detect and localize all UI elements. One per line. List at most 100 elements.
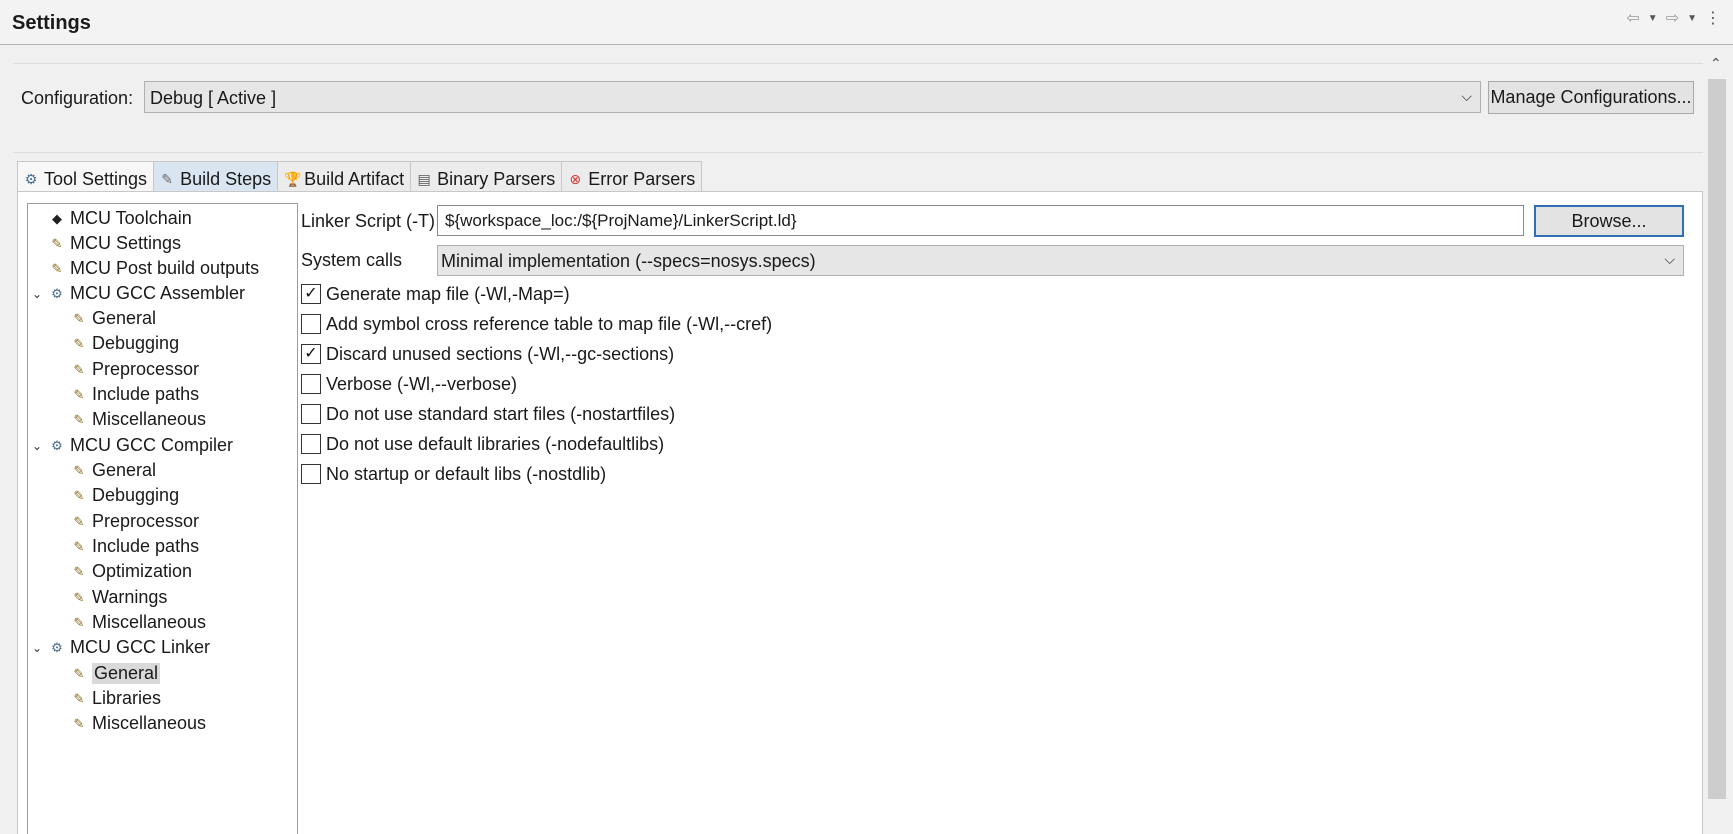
option-label: Do not use default libraries (-nodefault… <box>326 433 665 454</box>
settings-tabs: ⚙ Tool Settings ✎ Build Steps 🏆 Build Ar… <box>17 161 703 193</box>
tab-build-steps[interactable]: ✎ Build Steps <box>153 161 279 192</box>
configuration-select[interactable]: Debug [ Active ] ⌵ <box>144 81 1481 113</box>
checkbox[interactable]: ✓ <box>301 284 321 304</box>
tree-item-compiler-miscellaneous[interactable]: ✎ Miscellaneous <box>71 610 207 635</box>
tab-binary-parsers[interactable]: ▤ Binary Parsers <box>410 161 563 192</box>
checkbox[interactable] <box>301 374 321 394</box>
configuration-label: Configuration: <box>21 88 134 108</box>
checkbox[interactable] <box>301 314 321 334</box>
tree-item-assembler-include-paths[interactable]: ✎ Include paths <box>71 382 200 407</box>
tree-item-label: Include paths <box>92 384 200 404</box>
tree-item-label: Miscellaneous <box>92 713 207 733</box>
tool-gear-icon: ⚙ <box>51 285 63 301</box>
checkbox[interactable]: ✓ <box>301 344 321 364</box>
tree-item-compiler-warnings[interactable]: ✎ Warnings <box>71 585 168 610</box>
chevron-down-icon[interactable]: ⌄ <box>30 439 44 453</box>
back-dropdown-icon[interactable]: ▼ <box>1648 13 1658 24</box>
tree-item-mcu-gcc-linker[interactable]: ⌄ ⚙ MCU GCC Linker <box>30 635 210 660</box>
settings-page-icon: ✎ <box>73 513 85 529</box>
system-calls-select[interactable]: Minimal implementation (--specs=nosys.sp… <box>437 245 1684 276</box>
manage-configurations-button[interactable]: Manage Configurations... <box>1488 81 1694 114</box>
tab-label: Build Artifact <box>304 168 405 189</box>
settings-page-icon: ✎ <box>73 715 85 731</box>
tree-item-label: MCU Toolchain <box>70 208 192 228</box>
settings-page-icon: ✎ <box>73 310 85 326</box>
settings-page-icon: ✎ <box>51 235 63 251</box>
system-calls-value: Minimal implementation (--specs=nosys.sp… <box>441 251 816 271</box>
browse-button[interactable]: Browse... <box>1534 205 1684 237</box>
tree-item-assembler-general[interactable]: ✎ General <box>71 306 157 331</box>
forward-arrow-icon[interactable]: ⇨ <box>1666 8 1679 28</box>
checkbox[interactable] <box>301 434 321 454</box>
linker-script-input[interactable]: ${workspace_loc:/${ProjName}/LinkerScrip… <box>437 205 1524 236</box>
option-discard-unused-sections[interactable]: ✓ Discard unused sections (-Wl,--gc-sect… <box>301 342 674 366</box>
tab-tool-settings[interactable]: ⚙ Tool Settings <box>17 161 155 193</box>
tree-item-label: General <box>92 460 157 480</box>
more-vertical-icon[interactable]: ⋮ <box>1705 8 1721 28</box>
settings-page-icon: ✎ <box>73 386 85 402</box>
chevron-down-icon[interactable]: ⌄ <box>30 287 44 301</box>
back-arrow-icon[interactable]: ⇦ <box>1626 8 1639 28</box>
tree-item-label: Miscellaneous <box>92 612 207 632</box>
error-icon: ⊗ <box>569 170 582 187</box>
tree-item-mcu-post-build-outputs[interactable]: ✎ MCU Post build outputs <box>49 256 260 281</box>
tree-item-label: Include paths <box>92 536 200 556</box>
option-label: Verbose (-Wl,--verbose) <box>326 373 518 394</box>
checkbox[interactable] <box>301 464 321 484</box>
tree-item-mcu-settings[interactable]: ✎ MCU Settings <box>49 231 182 256</box>
settings-page-icon: ✎ <box>73 614 85 630</box>
option-nostartfiles[interactable]: Do not use standard start files (-nostar… <box>301 402 675 426</box>
tree-item-label: MCU Post build outputs <box>70 258 260 278</box>
title-bar: Settings ⇦ ▼ ⇨ ▼ ⋮ <box>0 0 1733 45</box>
tree-item-compiler-general[interactable]: ✎ General <box>71 458 157 483</box>
settings-page-icon: ✎ <box>73 335 85 351</box>
option-generate-map-file[interactable]: ✓ Generate map file (-Wl,-Map=) <box>301 282 570 306</box>
tree-item-compiler-preprocessor[interactable]: ✎ Preprocessor <box>71 509 200 534</box>
tree-item-label: Optimization <box>92 561 193 581</box>
option-cross-reference-table[interactable]: Add symbol cross reference table to map … <box>301 312 772 336</box>
tree-item-assembler-preprocessor[interactable]: ✎ Preprocessor <box>71 357 200 382</box>
chevron-down-icon: ⌵ <box>1461 88 1472 104</box>
tree-item-linker-miscellaneous[interactable]: ✎ Miscellaneous <box>71 711 207 736</box>
tool-gear-icon: ⚙ <box>51 437 63 453</box>
scroll-up-icon[interactable]: ⌃ <box>1710 55 1722 72</box>
vertical-scrollbar[interactable]: ⌃ <box>1707 55 1727 834</box>
checkbox[interactable] <box>301 404 321 424</box>
tree-item-label: Preprocessor <box>92 359 200 379</box>
tree-item-mcu-gcc-assembler[interactable]: ⌄ ⚙ MCU GCC Assembler <box>30 281 245 306</box>
option-nostdlib[interactable]: No startup or default libs (-nostdlib) <box>301 462 606 486</box>
tree-item-label: Miscellaneous <box>92 409 207 429</box>
tree-item-label: General <box>92 308 157 328</box>
option-label: Discard unused sections (-Wl,--gc-sectio… <box>326 343 675 364</box>
tab-label: Binary Parsers <box>437 168 556 189</box>
settings-page-icon: ✎ <box>73 665 85 681</box>
tree-item-assembler-miscellaneous[interactable]: ✎ Miscellaneous <box>71 407 207 432</box>
tab-build-artifact[interactable]: 🏆 Build Artifact <box>277 161 412 192</box>
tree-item-label: MCU GCC Linker <box>70 637 211 657</box>
tree-item-linker-libraries[interactable]: ✎ Libraries <box>71 686 161 711</box>
tree-item-label: MCU GCC Compiler <box>70 435 234 455</box>
tree-item-assembler-debugging[interactable]: ✎ Debugging <box>71 331 180 356</box>
chevron-down-icon: ⌵ <box>1664 251 1675 267</box>
settings-tree: ◆ MCU Toolchain ✎ MCU Settings ✎ MCU Pos… <box>27 203 298 834</box>
tree-item-label: Libraries <box>92 688 162 708</box>
build-steps-icon: ✎ <box>161 170 173 187</box>
tool-settings-icon: ⚙ <box>24 171 38 187</box>
settings-page-icon: ✎ <box>73 589 85 605</box>
forward-dropdown-icon[interactable]: ▼ <box>1687 13 1697 24</box>
tree-item-compiler-include-paths[interactable]: ✎ Include paths <box>71 534 200 559</box>
configuration-value: Debug [ Active ] <box>150 88 277 108</box>
chevron-down-icon[interactable]: ⌄ <box>30 641 44 655</box>
option-nodefaultlibs[interactable]: Do not use default libraries (-nodefault… <box>301 432 664 456</box>
tree-item-compiler-debugging[interactable]: ✎ Debugging <box>71 483 180 508</box>
tree-item-compiler-optimization[interactable]: ✎ Optimization <box>71 559 193 584</box>
tree-item-linker-general[interactable]: ✎ General <box>71 661 161 686</box>
tree-item-mcu-gcc-compiler[interactable]: ⌄ ⚙ MCU GCC Compiler <box>30 433 233 458</box>
option-label: Add symbol cross reference table to map … <box>326 313 773 334</box>
tab-error-parsers[interactable]: ⊗ Error Parsers <box>561 161 703 192</box>
navigation-toolbar: ⇦ ▼ ⇨ ▼ ⋮ <box>1626 8 1721 28</box>
scrollbar-thumb[interactable] <box>1708 79 1726 799</box>
tree-item-mcu-toolchain[interactable]: ◆ MCU Toolchain <box>49 206 192 231</box>
option-verbose[interactable]: Verbose (-Wl,--verbose) <box>301 372 517 396</box>
toolchain-icon: ◆ <box>52 210 62 226</box>
